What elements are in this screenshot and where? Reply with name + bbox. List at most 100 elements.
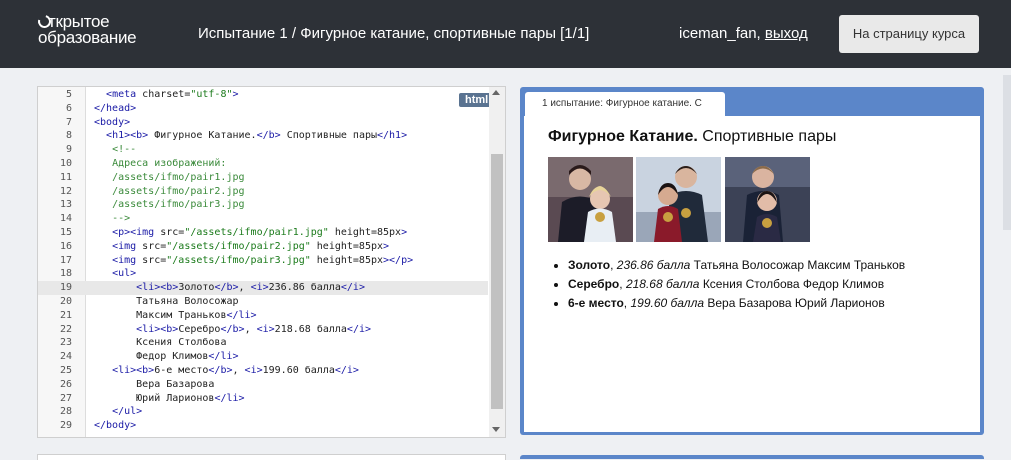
code-line[interactable]: 19 <li><b>Золото</b>, <i>236.86 балла</i…	[38, 281, 488, 295]
code-line[interactable]: 6 </head>	[38, 102, 488, 116]
code-line[interactable]: 16 <img src="/assets/ifmo/pair2.jpg" hei…	[38, 240, 488, 254]
next-preview-edge	[520, 455, 984, 459]
code-text[interactable]: /assets/ifmo/pair3.jpg	[94, 198, 245, 212]
code-text[interactable]: <meta charset="utf-8">	[94, 88, 238, 102]
code-token: ,	[244, 323, 257, 335]
code-text[interactable]: </head>	[94, 102, 136, 116]
code-text[interactable]: <li><b>6-е место</b>, <i>199.60 балла</i…	[94, 364, 359, 378]
code-token: Серебро	[178, 323, 221, 335]
code-text[interactable]: <img src="/assets/ifmo/pair2.jpg" height…	[94, 240, 389, 254]
code-line[interactable]: 5 <meta charset="utf-8">	[38, 88, 488, 102]
code-text[interactable]: /assets/ifmo/pair2.jpg	[94, 185, 244, 199]
code-text[interactable]: Татьяна Волосожар	[94, 295, 238, 309]
code-line[interactable]: 13 /assets/ifmo/pair3.jpg	[38, 198, 488, 212]
code-line[interactable]: 24 Федор Климов</li>	[38, 350, 488, 364]
code-token: 236.86 балла	[268, 282, 341, 294]
code-line[interactable]: 27 Юрий Ларионов</li>	[38, 392, 488, 406]
code-text[interactable]: <li><b>Золото</b>, <i>236.86 балла</i>	[94, 281, 365, 295]
code-line[interactable]: 29 </body>	[38, 419, 488, 433]
logout-link[interactable]: выход	[765, 25, 808, 42]
code-line[interactable]: 10 Адреса изображений:	[38, 157, 488, 171]
code-line[interactable]: 8 <h1><b> Фигурное Катание.</b> Спортивн…	[38, 129, 488, 143]
code-token: /assets/ifmo/pair3.jpg	[112, 199, 245, 211]
line-number: 13	[59, 199, 72, 211]
code-token: Ксения Столбова	[136, 337, 227, 349]
code-text[interactable]: Адреса изображений:	[94, 157, 226, 171]
code-line[interactable]: 14 -->	[38, 212, 488, 226]
result-item: 6-е место, 199.60 балла Вера Базарова Юр…	[568, 294, 905, 313]
code-token: 199.60 балла	[262, 364, 335, 376]
preview-tab[interactable]: 1 испытание: Фигурное катание. С	[525, 92, 725, 116]
code-token: height=85px	[310, 240, 384, 252]
code-token: <body>	[94, 116, 131, 128]
code-token: <p><img	[112, 226, 155, 238]
code-line[interactable]: 18 <ul>	[38, 267, 488, 281]
code-token: Адреса изображений:	[112, 157, 227, 169]
code-text[interactable]: </body>	[94, 419, 136, 433]
code-lines[interactable]: 5 <meta charset="utf-8"> 6 </head> 7 <body> 8…	[38, 88, 488, 433]
scroll-down-arrow-icon[interactable]	[492, 427, 500, 432]
code-text[interactable]: <body>	[94, 116, 130, 130]
code-line[interactable]: 23 Ксения Столбова	[38, 336, 488, 350]
code-line[interactable]: 11 /assets/ifmo/pair1.jpg	[38, 171, 488, 185]
line-number: 11	[59, 171, 72, 183]
course-page-button[interactable]: На страницу курса	[839, 15, 979, 53]
result-score: 199.60 балла	[630, 296, 705, 310]
result-names: Вера Базарова Юрий Ларионов	[704, 296, 885, 310]
code-token: 218.68 балла	[274, 323, 347, 335]
code-token: <img	[112, 254, 137, 266]
line-number: 15	[59, 226, 72, 238]
code-line[interactable]: 28 </ul>	[38, 405, 488, 419]
code-text[interactable]: <!--	[94, 143, 136, 157]
code-token: </i>	[340, 282, 365, 294]
line-number: 16	[59, 240, 72, 252]
code-line[interactable]: 21 Максим Траньков</li>	[38, 309, 488, 323]
code-line[interactable]: 25 <li><b>6-е место</b>, <i>199.60 балла…	[38, 364, 488, 378]
code-token: "/assets/ifmo/pair2.jpg"	[166, 240, 311, 252]
code-text[interactable]: Федор Климов</li>	[94, 350, 238, 364]
code-text[interactable]: <img src="/assets/ifmo/pair3.jpg" height…	[94, 254, 413, 268]
code-text[interactable]: Юрий Ларионов</li>	[94, 392, 244, 406]
code-line[interactable]: 9 <!--	[38, 143, 488, 157]
code-line[interactable]: 7 <body>	[38, 116, 488, 130]
code-text[interactable]: Ксения Столбова	[94, 336, 226, 350]
code-token: 6-е место	[154, 364, 209, 376]
code-token: Фигурное Катание.	[148, 130, 257, 142]
code-token: </h1>	[377, 130, 408, 142]
code-line[interactable]: 20 Татьяна Волосожар	[38, 295, 488, 309]
code-line[interactable]: 22 <li><b>Серебро</b>, <i>218.68 балла</…	[38, 323, 488, 337]
code-token: "utf-8"	[190, 89, 233, 100]
code-token: <ul>	[112, 268, 137, 280]
code-line[interactable]: 12 /assets/ifmo/pair2.jpg	[38, 185, 488, 199]
code-editor[interactable]: 5 <meta charset="utf-8"> 6 </head> 7 <body> 8…	[37, 86, 506, 438]
code-line[interactable]: 26 Вера Базарова	[38, 378, 488, 392]
code-text[interactable]: <h1><b> Фигурное Катание.</b> Спортивные…	[94, 129, 407, 143]
code-token: <li><b>	[112, 364, 155, 376]
code-token: </b>	[256, 130, 281, 142]
code-token: </head>	[94, 102, 137, 114]
code-text[interactable]: <p><img src="/assets/ifmo/pair1.jpg" hei…	[94, 226, 407, 240]
scroll-up-arrow-icon[interactable]	[492, 90, 500, 95]
code-text[interactable]: -->	[94, 212, 130, 226]
code-text[interactable]: Максим Траньков</li>	[94, 309, 256, 323]
preview-heading-bold: Фигурное Катание.	[548, 128, 698, 145]
code-text[interactable]: /assets/ifmo/pair1.jpg	[94, 171, 244, 185]
code-text[interactable]: Вера Базарова	[94, 378, 214, 392]
code-token: <i>	[256, 323, 275, 335]
code-line[interactable]: 17 <img src="/assets/ifmo/pair3.jpg" hei…	[38, 254, 488, 268]
code-token: src=	[136, 254, 167, 266]
editor-scroll-thumb[interactable]	[491, 154, 503, 409]
code-text[interactable]: <ul>	[94, 267, 136, 281]
code-text[interactable]: <li><b>Серебро</b>, <i>218.68 балла</i>	[94, 323, 371, 337]
pair2-photo	[636, 157, 721, 242]
open-education-logo[interactable]: ткрытое образование	[35, 12, 148, 50]
code-text[interactable]: </ul>	[94, 405, 142, 419]
code-line[interactable]: 15 <p><img src="/assets/ifmo/pair1.jpg" …	[38, 226, 488, 240]
line-number: 28	[59, 406, 72, 418]
